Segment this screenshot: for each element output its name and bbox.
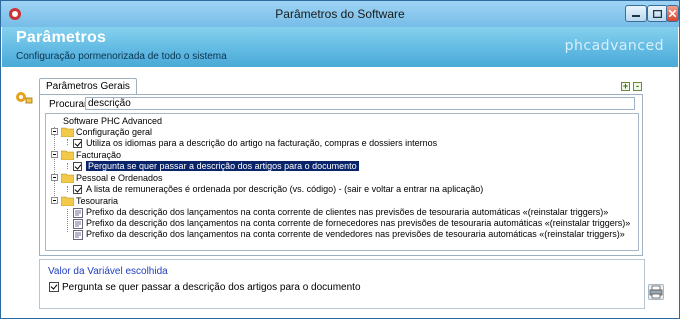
page-subtitle: Configuração pormenorizada de todo o sis… — [16, 51, 227, 62]
maximize-button[interactable] — [647, 5, 668, 22]
tab-parametros-gerais[interactable]: Parâmetros Gerais — [39, 78, 137, 95]
collapse-toggle[interactable] — [51, 174, 58, 181]
folder-icon — [61, 173, 74, 183]
value-panel-label: Valor da Variável escolhida — [48, 266, 168, 277]
value-checkbox-label: Pergunta se quer passar a descrição dos … — [62, 282, 361, 293]
checkbox-icon[interactable] — [73, 162, 82, 171]
close-icon — [669, 10, 676, 17]
collapse-toggle[interactable] — [51, 151, 58, 158]
search-input[interactable] — [85, 97, 635, 110]
printer-icon — [649, 285, 663, 299]
folder-icon — [61, 196, 74, 206]
tree-item[interactable]: Utiliza os idiomas para a descrição do a… — [86, 137, 437, 149]
page-title: Parâmetros — [16, 29, 107, 46]
minimize-button[interactable] — [625, 5, 647, 22]
window-title: Parâmetros do Software — [275, 7, 405, 21]
tree-item-selected[interactable]: Pergunta se quer passar a descrição dos … — [86, 160, 359, 172]
tree-line — [67, 139, 68, 145]
maximize-icon — [653, 9, 662, 18]
document-icon — [73, 230, 83, 240]
tree-line — [67, 163, 68, 169]
value-panel: Valor da Variável escolhida Pergunta se … — [39, 259, 645, 309]
print-button[interactable] — [648, 284, 664, 300]
brand-logo: phcadvanced — [564, 38, 664, 54]
folder-icon — [61, 127, 74, 137]
document-icon — [73, 208, 83, 218]
tree-item[interactable]: Prefixo da descrição dos lançamentos na … — [86, 228, 625, 240]
tree-line — [67, 186, 68, 192]
tree-line — [54, 127, 55, 200]
close-button[interactable] — [666, 5, 679, 22]
collapse-toggle[interactable] — [51, 128, 58, 135]
collapse-toggle[interactable] — [51, 197, 58, 204]
document-icon — [73, 219, 83, 229]
tree-item[interactable]: A lista de remunerações é ordenada por d… — [86, 183, 483, 195]
minimize-icon — [632, 14, 640, 17]
checkbox-icon[interactable] — [73, 185, 82, 194]
expand-all-button[interactable]: + — [621, 82, 630, 91]
header-banner: Parâmetros Configuração pormenorizada de… — [2, 27, 678, 67]
title-bar[interactable]: Parâmetros do Software — [1, 1, 679, 27]
settings-icon — [16, 92, 33, 104]
tree-line — [67, 209, 68, 232]
selected-label: Pergunta se quer passar a descrição dos … — [86, 161, 359, 171]
value-checkbox[interactable] — [49, 282, 59, 292]
collapse-all-button[interactable]: - — [633, 82, 642, 91]
folder-icon — [61, 150, 74, 160]
checkbox-icon[interactable] — [73, 139, 82, 148]
window: Parâmetros do Software Parâmetros Config… — [0, 0, 680, 319]
